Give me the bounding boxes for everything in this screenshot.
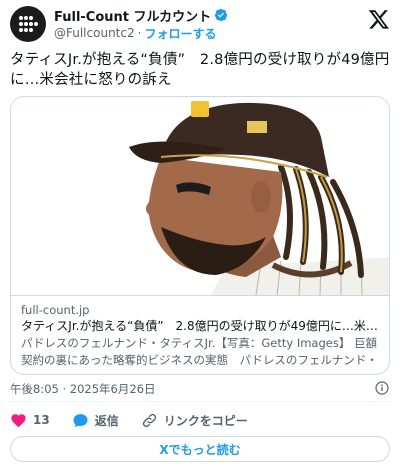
tweet-text: タティスJr.が抱える“負債” 2.8億円の受け取りが49億円に…米会社に怒りの… [10,52,390,88]
tweet-timestamp[interactable]: 午後8:05 · 2025年6月26日 [10,381,156,397]
handle-row: @Fullcountc2 · フォローする [54,24,228,42]
fullcount-logo-icon [19,16,38,32]
follow-button[interactable]: フォローする [144,25,216,42]
like-button[interactable]: 13 [10,412,50,429]
read-more-button[interactable]: Xでもっと読む [10,436,390,462]
reply-icon [73,413,88,427]
tweet-header: Full-Count フルカウント @Fullcountc2 · フォローする [10,6,390,42]
reply-label: 返信 [94,413,119,428]
like-count: 13 [33,413,50,427]
card-description: パドレスのフェルナンド・タティスJr.【写真：Getty Images】 巨額契… [21,336,378,367]
heart-icon [11,413,26,427]
copy-link-label: リンクをコピー [163,413,248,428]
player-photo [11,97,389,295]
tweet-embed: Full-Count フルカウント @Fullcountc2 · フォローする … [0,0,400,469]
avatar[interactable] [10,6,46,42]
read-more-label: Xでもっと読む [159,442,241,457]
card-image[interactable] [11,97,389,295]
card-domain: full-count.jp [21,303,90,317]
action-bar: 13 返信 リンクをコピー [10,409,270,431]
reply-button[interactable]: 返信 [72,412,119,429]
card-body: full-count.jp タティスJr.が抱える“負債” 2.8億円の受け取り… [11,295,389,369]
display-name[interactable]: Full-Count フルカウント [54,6,211,25]
separator-dot: · [137,26,142,40]
name-row: Full-Count フルカウント [54,6,228,25]
divider [10,401,390,402]
copy-link-button[interactable]: リンクをコピー [141,412,248,429]
x-logo-icon[interactable] [368,8,390,30]
link-card[interactable]: full-count.jp タティスJr.が抱える“負債” 2.8億円の受け取り… [10,96,390,375]
info-icon[interactable] [374,380,390,396]
handle[interactable]: @Fullcountc2 [54,26,135,40]
link-icon [142,413,156,427]
timestamp-text[interactable]: 午後8:05 · 2025年6月26日 [10,381,156,397]
author-block: Full-Count フルカウント @Fullcountc2 · フォローする [54,6,228,42]
card-title[interactable]: タティスJr.が抱える“負債” 2.8億円の受け取りが49億円に…米会社に怒… [21,318,381,335]
verified-badge-icon [215,8,228,22]
